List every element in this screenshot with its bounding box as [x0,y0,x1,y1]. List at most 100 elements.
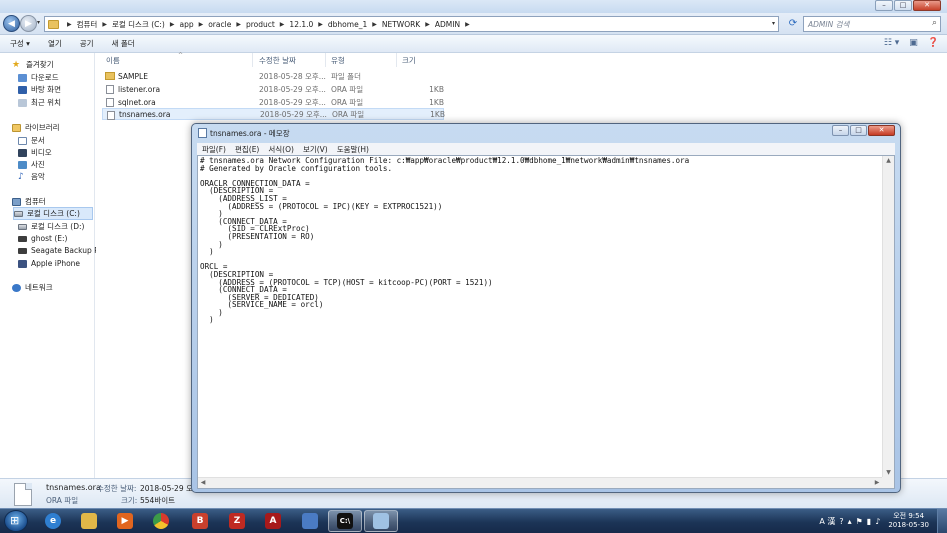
file-name: tnsnames.ora [119,109,171,119]
breadcrumb-app[interactable]: app [179,20,193,29]
file-row-listener[interactable]: listener.ora 2018-05-29 오후... ORA 파일 1KB [102,83,444,95]
network-tray-icon[interactable]: ▮ [867,517,871,526]
column-divider[interactable] [325,53,326,67]
taskbar-filezilla[interactable]: Z [220,510,254,532]
nav-libraries[interactable]: 라이브러리 [12,122,60,133]
chevron-right-icon[interactable]: ▶ [102,21,107,28]
breadcrumb-product[interactable]: product [246,20,275,29]
refresh-icon[interactable]: ⟳ [785,17,801,31]
scroll-up-icon[interactable]: ▲ [883,156,894,166]
nav-computer[interactable]: 컴퓨터 [12,196,46,207]
menu-help[interactable]: 도움말(H) [337,144,369,155]
nav-music[interactable]: ♪ 음악 [18,171,45,182]
help-icon[interactable]: ❓ [928,38,939,48]
open-button[interactable]: 열기 [48,38,62,49]
share-button[interactable]: 공기 [80,38,94,49]
search-input[interactable]: ADMIN 검색 ⌕ [803,16,941,32]
maximize-button[interactable]: □ [850,125,867,136]
nav-desktop[interactable]: 바탕 화면 [18,84,61,95]
search-icon[interactable]: ⌕ [932,18,937,28]
horizontal-scrollbar[interactable]: ◀ ▶ [198,477,882,488]
ime-indicator[interactable]: A 漢 [819,516,835,527]
back-button[interactable]: ◀ [3,15,20,32]
nav-downloads[interactable]: 다운로드 [18,72,59,83]
view-options-icon[interactable]: ☷ ▾ [884,38,899,48]
minimize-button[interactable]: – [875,0,893,11]
nav-recent[interactable]: 최근 위치 [18,97,61,108]
menu-format[interactable]: 서식(O) [268,144,294,155]
recent-pages-dropdown[interactable]: ▾ [37,19,40,26]
chevron-right-icon[interactable]: ▶ [425,21,430,28]
nav-documents[interactable]: 문서 [18,135,45,146]
menu-view[interactable]: 보기(V) [303,144,328,155]
volume-icon[interactable]: ♪ [875,517,880,526]
new-folder-button[interactable]: 새 폴더 [112,38,135,49]
menu-edit[interactable]: 편집(E) [235,144,259,155]
column-header-date[interactable]: 수정한 날짜 [259,55,296,66]
taskbar-command-prompt[interactable]: C:\ [328,510,362,532]
taskbar-file-explorer[interactable] [72,510,106,532]
column-header-size[interactable]: 크기 [402,55,416,66]
vertical-scrollbar[interactable]: ▲ ▼ [882,156,894,478]
action-center-flag-icon[interactable]: ⚑ [856,517,863,526]
ime-help-icon[interactable]: ? [839,517,843,526]
chevron-right-icon[interactable]: ▶ [236,21,241,28]
nav-iphone[interactable]: Apple iPhone [18,259,80,268]
nav-drive-e[interactable]: ghost (E:) [18,234,67,243]
maximize-button[interactable]: □ [894,0,912,11]
chevron-right-icon[interactable]: ▶ [465,21,470,28]
menu-file[interactable]: 파일(F) [202,144,226,155]
taskbar-notepad[interactable] [364,510,398,532]
breadcrumb-drive-c[interactable]: 로컬 디스크 (C:) [112,19,165,30]
file-row-sample[interactable]: SAMPLE 2018-05-28 오후... 파일 폴더 [102,70,444,82]
taskbar-internet-explorer[interactable]: e [36,510,70,532]
forward-button[interactable]: ▶ [20,15,37,32]
minimize-button[interactable]: – [832,125,849,136]
taskbar-bandizip[interactable]: B [183,510,217,532]
start-button[interactable]: ⊞ [4,510,28,532]
column-header-name[interactable]: 이름 [106,55,120,66]
chevron-right-icon[interactable]: ▶ [67,21,72,28]
chevron-right-icon[interactable]: ▶ [372,21,377,28]
notepad-text-content[interactable]: # tnsnames.ora Network Configuration Fil… [200,157,883,477]
breadcrumb-admin[interactable]: ADMIN [435,20,460,29]
preview-pane-icon[interactable]: ▣ [909,38,918,48]
file-row-tnsnames[interactable]: tnsnames.ora 2018-05-29 오후... ORA 파일 1KB [102,108,445,120]
show-hidden-icons-icon[interactable]: ▴ [848,517,852,526]
address-history-dropdown[interactable]: ▾ [772,20,775,27]
resize-grip[interactable] [882,477,894,488]
taskbar-acrobat[interactable]: A [256,510,290,532]
notepad-editor[interactable]: # tnsnames.ora Network Configuration Fil… [197,155,895,489]
file-row-sqlnet[interactable]: sqlnet.ora 2018-05-29 오후... ORA 파일 1KB [102,96,444,108]
scroll-left-icon[interactable]: ◀ [198,478,208,488]
nav-videos[interactable]: 비디오 [18,147,52,158]
nav-drive-d[interactable]: 로컬 디스크 (D:) [18,221,84,232]
nav-favorites[interactable]: ★ 즐겨찾기 [12,59,54,70]
taskbar-media-player[interactable]: ▶ [108,510,142,532]
nav-drive-c[interactable]: 로컬 디스크 (C:) [13,207,93,220]
column-divider[interactable] [396,53,397,67]
breadcrumb-network[interactable]: NETWORK [382,20,420,29]
close-button[interactable]: ✕ [868,125,895,136]
nav-pictures[interactable]: 사진 [18,159,45,170]
breadcrumb-computer[interactable]: 컴퓨터 [77,19,98,30]
breadcrumb-version[interactable]: 12.1.0 [289,20,313,29]
clock[interactable]: 오전 9:54 2018-05-30 [888,512,929,530]
chevron-right-icon[interactable]: ▶ [318,21,323,28]
chevron-right-icon[interactable]: ▶ [170,21,175,28]
breadcrumb-oracle[interactable]: oracle [208,20,231,29]
taskbar-chrome[interactable] [144,510,178,532]
chevron-right-icon[interactable]: ▶ [199,21,204,28]
column-divider[interactable] [252,53,253,67]
breadcrumb-dbhome[interactable]: dbhome_1 [328,20,367,29]
nav-network[interactable]: 네트워크 [12,282,53,293]
scroll-right-icon[interactable]: ▶ [872,478,882,488]
column-header-type[interactable]: 유형 [331,55,345,66]
chevron-right-icon[interactable]: ▶ [280,21,285,28]
taskbar-remote-desktop[interactable] [293,510,327,532]
nav-seagate[interactable]: Seagate Backup Plu [18,246,106,255]
show-desktop-button[interactable] [937,509,947,533]
organize-button[interactable]: 구성 ▾ [10,38,30,49]
close-button[interactable]: ✕ [913,0,941,11]
address-bar[interactable]: ▶ 컴퓨터 ▶ 로컬 디스크 (C:) ▶ app ▶ oracle ▶ pro… [44,16,779,32]
